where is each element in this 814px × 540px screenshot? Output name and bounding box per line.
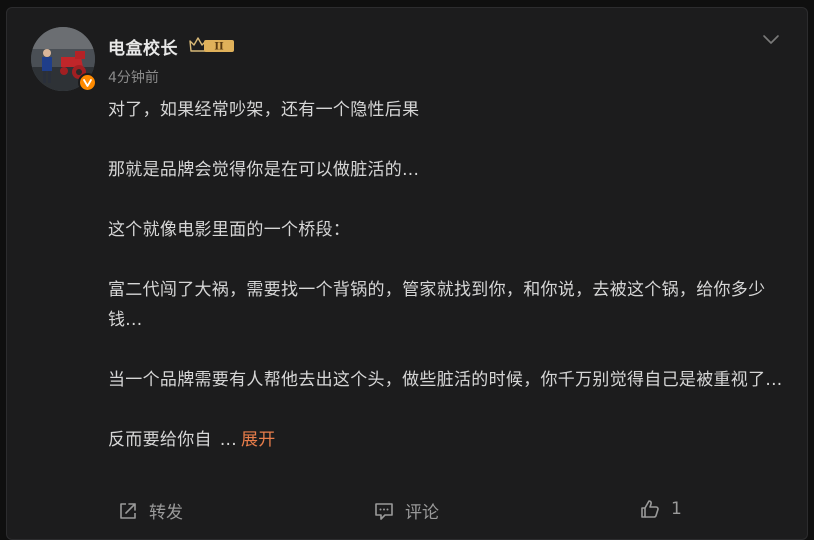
- author-name[interactable]: 电盒校长: [108, 34, 178, 59]
- post-content: 对了，如果经常吵架，还有一个隐性后果 那就是品牌会觉得你是在可以做脏活的... …: [108, 95, 788, 455]
- post-paragraph: 富二代闯了大祸，需要找一个背锅的，管家就找到你，和你说，去被这个锅，给你多少钱.…: [108, 280, 766, 330]
- avatar[interactable]: [31, 27, 97, 92]
- like-icon: [641, 500, 659, 518]
- truncated-text: 反而要给你自: [108, 430, 212, 450]
- level-badge-text: II: [214, 42, 224, 53]
- crown-badge-icon: II: [189, 37, 234, 53]
- expand-link[interactable]: 展开: [241, 430, 276, 450]
- more-options-button[interactable]: [761, 32, 781, 46]
- comment-label: 评论: [405, 503, 439, 523]
- repost-icon: [120, 502, 136, 519]
- action-bar: 转发 评论 1: [7, 498, 807, 528]
- post-paragraph: 对了，如果经常吵架，还有一个隐性后果: [108, 100, 420, 120]
- post-card: 电盒校长 II 4分钟前 对了，如果经常吵架，还有一个隐性后果 那就是品牌会觉得…: [6, 7, 808, 540]
- post-time: 4分钟前: [108, 70, 159, 86]
- post-paragraph-truncated: 反而要给你自... 展开: [108, 425, 788, 455]
- like-count: 1: [671, 499, 682, 519]
- truncation-ellipsis: ...: [219, 430, 237, 450]
- post-paragraph: 这个就像电影里面的一个桥段：: [108, 220, 351, 240]
- verified-icon: [78, 73, 97, 92]
- chevron-down-icon: [763, 35, 779, 44]
- comment-icon: [375, 502, 393, 520]
- comment-button[interactable]: 评论: [373, 498, 439, 523]
- repost-label: 转发: [149, 503, 183, 523]
- post-paragraph: 那就是品牌会觉得你是在可以做脏活的...: [108, 160, 420, 180]
- post-paragraph: 当一个品牌需要有人帮他去出这个头，做些脏活的时候，你千万别觉得自己是被重视了..…: [108, 370, 783, 390]
- repost-button[interactable]: 转发: [117, 498, 183, 523]
- like-button[interactable]: 1: [639, 498, 682, 520]
